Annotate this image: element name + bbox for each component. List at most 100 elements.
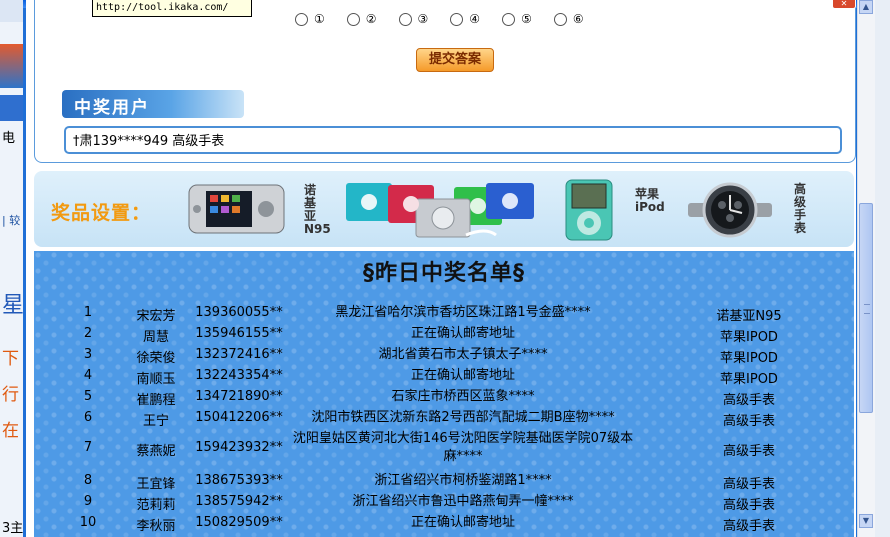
table-row: 1 宋宏芳 139360055** 黑龙江省哈尔滨市香坊区珠江路1号金盛**** 诺基亚… bbox=[34, 304, 854, 324]
winner-name: 王宁 bbox=[142, 414, 169, 429]
option-4[interactable]: ④ bbox=[450, 10, 480, 28]
winner-prize: 高级手表 bbox=[722, 498, 775, 513]
url-tooltip: http://tool.ikaka.com/ bbox=[92, 0, 252, 17]
row-number: 1 bbox=[83, 305, 93, 320]
bg-text: 3主 bbox=[2, 521, 24, 536]
radio-icon[interactable] bbox=[553, 12, 567, 26]
popup-window: ① ② ③ ④ ⑤ ⑥ 提交答案 中奖用户 †肃139****949 高级手表 … bbox=[23, 0, 860, 537]
winner-prize: 高级手表 bbox=[722, 477, 775, 492]
table-row: 9 范莉莉 138575942** 浙江省绍兴市鲁迅中路燕甸弄一幢**** 高级手表 bbox=[34, 493, 854, 513]
radio-icon[interactable] bbox=[502, 12, 516, 26]
winner-phone: 138675393** bbox=[195, 473, 283, 488]
prize-label-ipod: 苹果iPod bbox=[635, 187, 665, 214]
row-number: 6 bbox=[83, 410, 93, 425]
background-page-right bbox=[874, 0, 890, 537]
close-icon[interactable]: ✕ bbox=[832, 0, 856, 9]
nokia-n95-phone-icon bbox=[188, 183, 286, 239]
winner-name: 崔鹏程 bbox=[136, 393, 176, 408]
winner-prize: 高级手表 bbox=[722, 393, 775, 408]
bg-text: 电 bbox=[2, 131, 16, 146]
radio-icon[interactable] bbox=[346, 12, 360, 26]
option-1[interactable]: ① bbox=[295, 10, 325, 28]
winner-name: 范莉莉 bbox=[136, 498, 176, 513]
winner-phone: 139360055** bbox=[195, 305, 283, 320]
radio-icon[interactable] bbox=[295, 12, 308, 26]
winners-list-area: §昨日中奖名单§ 1 宋宏芳 139360055** 黑龙江省哈尔滨市香坊区珠江路1号… bbox=[34, 251, 854, 537]
winner-name: 李秋丽 bbox=[136, 519, 176, 534]
winner-address: 湖北省黄石市太子镇太子**** bbox=[378, 347, 548, 362]
table-row: 4 南顺玉 132243354** 正在确认邮寄地址 苹果IPOD bbox=[34, 367, 854, 387]
winner-phone: 150412206** bbox=[195, 410, 283, 425]
table-row: 3 徐荣俊 132372416** 湖北省黄石市太子镇太子**** 苹果IPOD bbox=[34, 346, 854, 366]
scroll-up-icon[interactable]: ▲ bbox=[859, 0, 873, 14]
scrollbar-thumb[interactable] bbox=[859, 203, 873, 413]
wrist-watch-icon bbox=[688, 181, 772, 243]
winner-name: 宋宏芳 bbox=[136, 309, 176, 324]
option-2[interactable]: ② bbox=[346, 10, 377, 28]
winner-phone: 134721890** bbox=[195, 389, 283, 404]
grip-icon bbox=[864, 304, 870, 314]
bg-text: 下 bbox=[2, 349, 19, 369]
winner-name: 南顺玉 bbox=[136, 372, 176, 387]
winner-name: 王宜锋 bbox=[136, 477, 176, 492]
bg-text: 星 bbox=[2, 293, 24, 318]
winner-address: 沈阳市铁西区沈新东路2号西部汽配城二期B座物**** bbox=[311, 410, 615, 425]
row-number: 5 bbox=[83, 389, 93, 404]
prize-label-watch: 高级手表 bbox=[794, 182, 807, 235]
radio-icon[interactable] bbox=[398, 12, 412, 26]
row-number: 2 bbox=[83, 326, 93, 341]
table-row: 8 王宜锋 138675393** 浙江省绍兴市柯桥鉴湖路1**** 高级手表 bbox=[34, 472, 854, 492]
winners-heading-text: 中奖用户 bbox=[74, 98, 150, 118]
winner-address: 黑龙江省哈尔滨市香坊区珠江路1号金盛**** bbox=[335, 305, 591, 320]
winner-address: 浙江省绍兴市鲁迅中路燕甸弄一幢**** bbox=[352, 494, 574, 509]
scroll-down-icon[interactable]: ▼ bbox=[859, 514, 873, 528]
list-title: §昨日中奖名单§ bbox=[362, 261, 525, 286]
winner-prize: 苹果IPOD bbox=[720, 330, 778, 345]
option-3[interactable]: ③ bbox=[398, 10, 428, 28]
submit-answer-button[interactable]: 提交答案 bbox=[416, 48, 494, 72]
table-row: 6 王宁 150412206** 沈阳市铁西区沈新东路2号西部汽配城二期B座物****… bbox=[34, 409, 854, 429]
winner-phone: 132372416** bbox=[195, 347, 283, 362]
winner-ticker: †肃139****949 高级手表 bbox=[64, 126, 842, 154]
bg-text: 行 bbox=[2, 385, 19, 405]
row-number: 7 bbox=[83, 440, 93, 455]
prize-settings-label: 奖品设置： bbox=[51, 202, 152, 224]
winner-address: 正在确认邮寄地址 bbox=[410, 515, 515, 530]
winners-heading: 中奖用户 bbox=[62, 90, 244, 118]
row-number: 3 bbox=[83, 347, 93, 362]
winner-address: 浙江省绍兴市柯桥鉴湖路1**** bbox=[374, 473, 552, 488]
winner-prize: 高级手表 bbox=[722, 444, 775, 459]
winner-prize: 高级手表 bbox=[722, 519, 775, 534]
quiz-panel: ① ② ③ ④ ⑤ ⑥ 提交答案 中奖用户 †肃139****949 高级手表 bbox=[34, 0, 856, 163]
winner-address: 沈阳皇姑区黄河北大街146号沈阳医学院基础医学院07级本麻**** bbox=[292, 431, 634, 464]
winner-address: 石家庄市桥西区蓝象**** bbox=[391, 389, 535, 404]
row-number: 8 bbox=[83, 473, 93, 488]
winner-prize: 苹果IPOD bbox=[720, 351, 778, 366]
vertical-scrollbar[interactable]: ▲ ▼ bbox=[857, 0, 875, 537]
ipod-shuffle-group-icon bbox=[346, 179, 536, 245]
option-6[interactable]: ⑥ bbox=[553, 10, 584, 28]
background-page: 电 | 较 星 下 行 在 3主 bbox=[0, 0, 24, 537]
row-number: 9 bbox=[83, 494, 93, 509]
winner-address: 正在确认邮寄地址 bbox=[410, 368, 515, 383]
row-number: 10 bbox=[79, 515, 97, 530]
winner-name: 徐荣俊 bbox=[136, 351, 176, 366]
winner-prize: 苹果IPOD bbox=[720, 372, 778, 387]
table-row: 7 蔡燕妮 159423932** 沈阳皇姑区黄河北大街146号沈阳医学院基础医学院0… bbox=[34, 430, 854, 466]
bg-text: 在 bbox=[2, 421, 19, 441]
winner-prize: 高级手表 bbox=[722, 414, 775, 429]
winner-phone: 135946155** bbox=[195, 326, 283, 341]
popup-content: ① ② ③ ④ ⑤ ⑥ 提交答案 中奖用户 †肃139****949 高级手表 … bbox=[26, 0, 856, 537]
winner-name: 蔡燕妮 bbox=[136, 444, 176, 459]
winner-phone: 150829509** bbox=[195, 515, 283, 530]
bg-text: | 较 bbox=[2, 214, 21, 227]
table-row: 2 周慧 135946155** 正在确认邮寄地址 苹果IPOD bbox=[34, 325, 854, 345]
radio-icon[interactable] bbox=[450, 12, 464, 26]
winner-name: 周慧 bbox=[142, 330, 169, 345]
winner-address: 正在确认邮寄地址 bbox=[410, 326, 515, 341]
option-5[interactable]: ⑤ bbox=[502, 10, 532, 28]
prize-settings-band: 奖品设置： 诺基亚N95 苹果iPod 高级手表 bbox=[34, 171, 854, 247]
winner-prize: 诺基亚N95 bbox=[716, 309, 782, 324]
table-row: 5 崔鹏程 134721890** 石家庄市桥西区蓝象**** 高级手表 bbox=[34, 388, 854, 408]
ipod-nano-icon bbox=[564, 179, 614, 245]
